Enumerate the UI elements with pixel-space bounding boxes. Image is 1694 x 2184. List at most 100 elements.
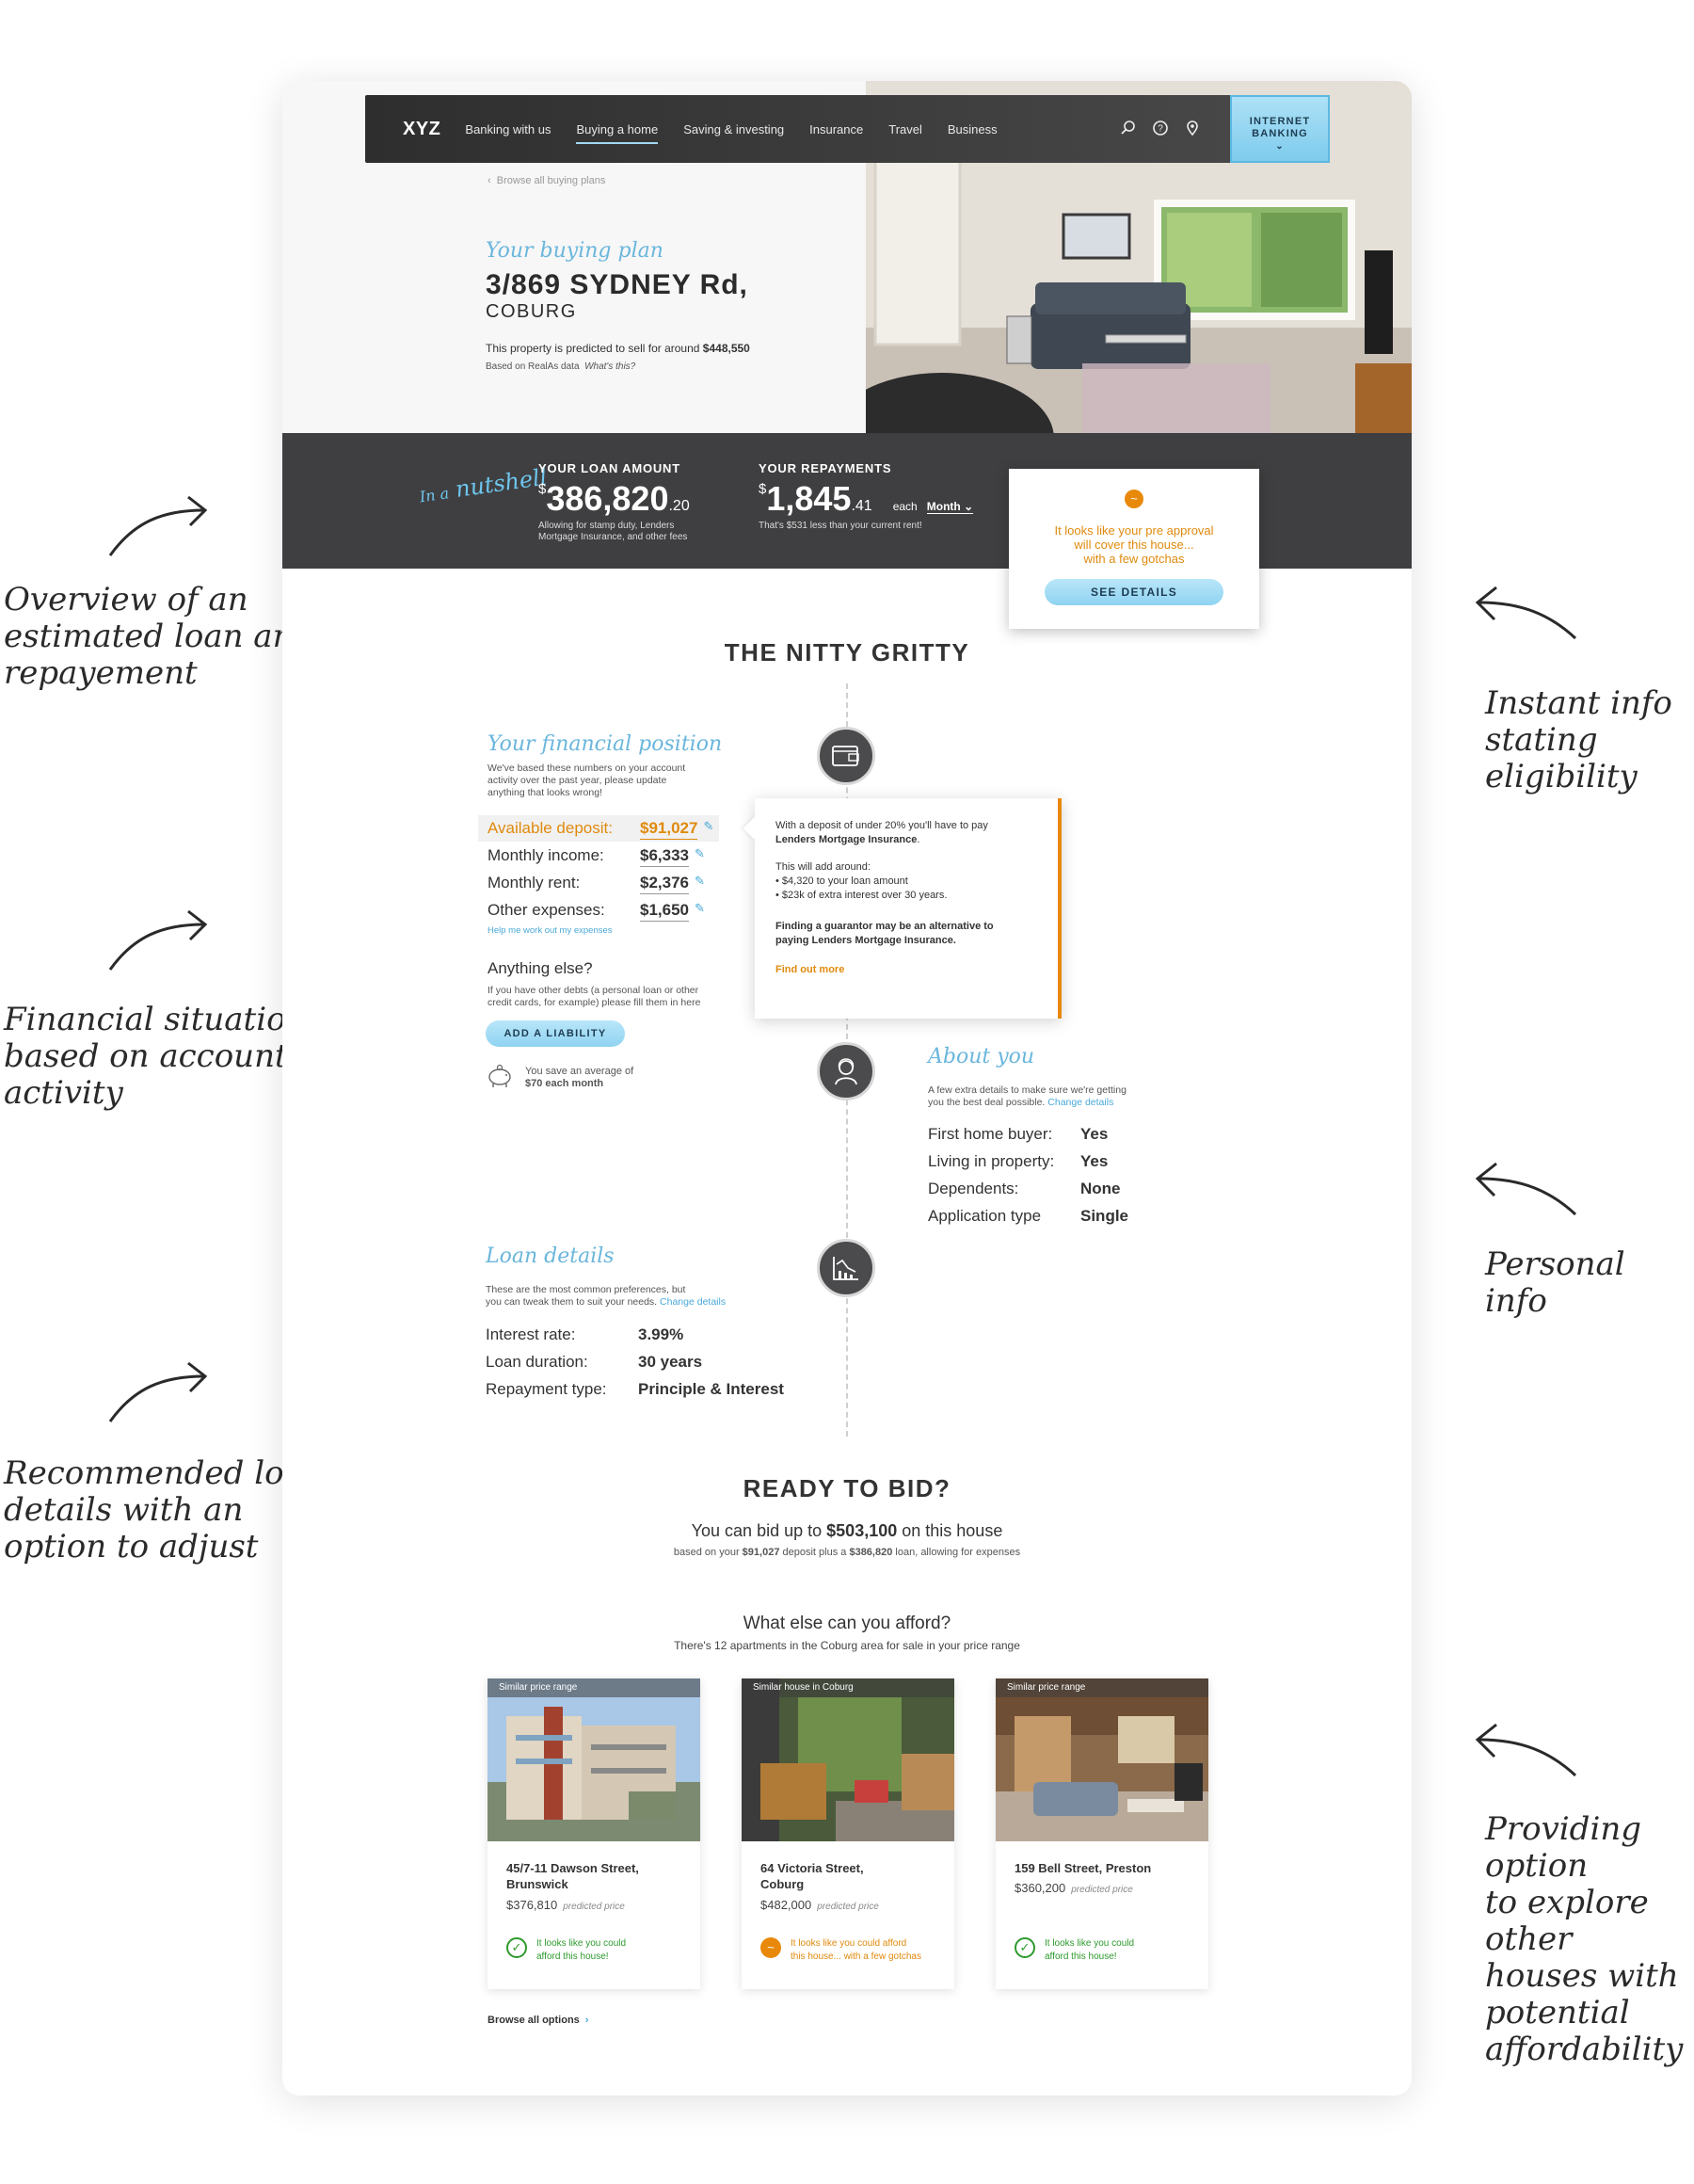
edit-pencil-icon[interactable]: ✎ <box>695 901 705 922</box>
nav-saving-investing[interactable]: Saving & investing <box>683 122 784 136</box>
property-card[interactable]: Similar price range 159 Bell Street, Pre… <box>996 1678 1208 1989</box>
nav-travel[interactable]: Travel <box>888 122 922 136</box>
add-liability-button[interactable]: ADD A LIABILITY <box>486 1020 625 1047</box>
about-row-first-home: First home buyer: Yes <box>928 1125 1109 1143</box>
chart-icon <box>833 1257 858 1280</box>
affordability-status: ✓ It looks like you could afford this hous… <box>506 1937 626 1964</box>
financial-row-income: Monthly income: $6,333 ✎ <box>487 846 705 867</box>
about-row-application: Application type Single <box>928 1207 1129 1225</box>
property-tag: Similar price range <box>996 1678 1208 1697</box>
predicted-price-label: This property is predicted to sell for a… <box>486 342 700 355</box>
property-address: 45/7-11 Dawson Street, Brunswick <box>506 1861 639 1891</box>
property-card[interactable]: Similar price range 45/7-11 Dawson Stree… <box>487 1678 700 1989</box>
property-photo: Similar price range <box>996 1678 1208 1841</box>
data-source-label: Based on RealAs data <box>486 361 580 372</box>
property-address-title: 3/869 SYDNEY Rd, <box>486 269 748 300</box>
property-card[interactable]: Similar house in Coburg 64 Victoria Stre… <box>742 1678 954 1989</box>
repayments-block: YOUR REPAYMENTS $1,845.41 each Month ⌄ T… <box>759 461 974 532</box>
what-else-subtitle: There's 12 apartments in the Coburg area… <box>674 1639 1020 1652</box>
loan-details-title: Loan details <box>486 1245 615 1268</box>
affordability-status: ~ It looks like you could afford this hous… <box>760 1937 921 1964</box>
timeline-wallet-node <box>817 727 875 785</box>
repay-each: each <box>892 500 918 513</box>
expenses-value[interactable]: $1,650 <box>640 901 689 922</box>
property-price: $360,200 predicted price <box>1015 1881 1133 1895</box>
financial-row-expenses: Other expenses: $1,650 ✎ <box>487 901 705 922</box>
nav-insurance[interactable]: Insurance <box>809 122 863 136</box>
browse-all-label: Browse all options <box>487 2015 580 2026</box>
xyz-logo[interactable]: XYZ <box>403 119 440 140</box>
annotation-arrow-financial <box>108 909 208 971</box>
bid-amount-line: You can bid up to $503,100 on this house <box>691 1521 1003 1540</box>
find-out-more-link[interactable]: Find out more <box>775 963 1039 977</box>
loan-whole: 386,820 <box>546 479 669 518</box>
about-row-living: Living in property: Yes <box>928 1152 1109 1170</box>
repayment-period-dropdown[interactable]: Month ⌄ <box>926 500 974 514</box>
warning-icon: ~ <box>1125 490 1143 508</box>
nav-banking-with-us[interactable]: Banking with us <box>465 122 551 136</box>
loan-change-details-link[interactable]: Change details <box>660 1296 726 1308</box>
location-pin-icon[interactable] <box>1184 120 1201 136</box>
nav-business[interactable]: Business <box>948 122 998 136</box>
repayments-note: That's $531 less than your current rent! <box>759 521 922 531</box>
whats-this-link[interactable]: What's this? <box>584 361 635 372</box>
property-suburb: COBURG <box>486 301 577 322</box>
chevron-right-icon: › <box>584 2015 589 2026</box>
search-icon[interactable] <box>1120 120 1137 136</box>
loan-details-desc: These are the most common preferences, b… <box>486 1284 727 1308</box>
repayments-value: $1,845.41 each Month ⌄ <box>759 479 974 519</box>
about-row-dependents: Dependents: None <box>928 1180 1121 1197</box>
property-address: 64 Victoria Street, Coburg <box>760 1861 864 1891</box>
annotation-arrow-loan <box>108 1361 208 1422</box>
nav-utility-icons: ? <box>1120 120 1201 136</box>
property-price: $376,810 predicted price <box>506 1898 625 1912</box>
annotation-arrow-eligibility <box>1475 586 1577 640</box>
property-photo: Similar price range <box>487 1678 700 1841</box>
nav-buying-a-home[interactable]: Buying a home <box>576 122 658 144</box>
edit-pencil-icon[interactable]: ✎ <box>695 846 705 867</box>
predicted-price-text: This property is predicted to sell for a… <box>486 342 750 355</box>
chevron-down-icon: ⌄ <box>1275 141 1285 152</box>
main-navbar: XYZ Banking with us Buying a home Saving… <box>365 95 1330 163</box>
bid-basis-line: based on your $91,027 deposit plus a $38… <box>673 1547 1021 1558</box>
svg-text:?: ? <box>1158 124 1163 135</box>
what-else-title: What else can you afford? <box>743 1614 951 1633</box>
popover-add-around: This will add around: <box>775 861 871 873</box>
page-card: XYZ Banking with us Buying a home Saving… <box>282 81 1412 2096</box>
in-a-nutshell-label: In a nutshell <box>418 464 549 508</box>
nitty-gritty-title: THE NITTY GRITTY <box>724 638 970 666</box>
rent-value[interactable]: $2,376 <box>640 874 689 894</box>
annotation-explore: Providing option to explore other houses w… <box>1485 1810 1684 2068</box>
preapproval-message: It looks like your pre approval will cove… <box>1054 523 1214 566</box>
loan-cents: .20 <box>668 498 690 514</box>
annotation-arrow-personal <box>1475 1162 1577 1216</box>
nutshell-label-line2: nutshell <box>454 463 550 503</box>
property-price: $482,000 predicted price <box>760 1898 879 1912</box>
buying-plan-kicker: Your buying plan <box>486 239 663 263</box>
financial-position-desc: We've based these numbers on your accoun… <box>487 763 686 798</box>
annotation-eligibility: Instant info stating eligibility <box>1485 684 1672 795</box>
chevron-down-icon: ⌄ <box>964 500 974 513</box>
savings-line2: $70 each month <box>525 1078 604 1089</box>
browse-all-options-link[interactable]: Browse all options › <box>487 2015 589 2026</box>
about-change-details-link[interactable]: Change details <box>1047 1097 1113 1108</box>
see-details-button[interactable]: SEE DETAILS <box>1045 579 1223 605</box>
piggy-bank-icon <box>488 1064 511 1087</box>
anything-else-heading: Anything else? <box>487 959 593 977</box>
property-photo: Similar house in Coburg <box>742 1678 954 1841</box>
breadcrumb[interactable]: ‹ Browse all buying plans <box>487 175 605 186</box>
timeline-person-node <box>817 1042 875 1100</box>
repayments-heading: YOUR REPAYMENTS <box>759 461 892 475</box>
bid-amount: $503,100 <box>826 1521 898 1540</box>
deposit-value[interactable]: $91,027 <box>640 819 698 840</box>
internet-banking-button[interactable]: INTERNET BANKING ⌄ <box>1230 95 1330 163</box>
help-icon[interactable]: ? <box>1152 120 1169 136</box>
popover-bullet: • $4,320 to your loan amount <box>775 875 908 887</box>
edit-pencil-icon[interactable]: ✎ <box>695 874 705 894</box>
help-expenses-link[interactable]: Help me work out my expenses <box>487 925 613 936</box>
savings-note: You save an average of $70 each month <box>525 1066 633 1090</box>
person-icon <box>835 1058 857 1085</box>
income-value[interactable]: $6,333 <box>640 846 689 867</box>
chevron-left-icon: ‹ <box>487 175 491 186</box>
edit-pencil-icon[interactable]: ✎ <box>703 819 713 840</box>
